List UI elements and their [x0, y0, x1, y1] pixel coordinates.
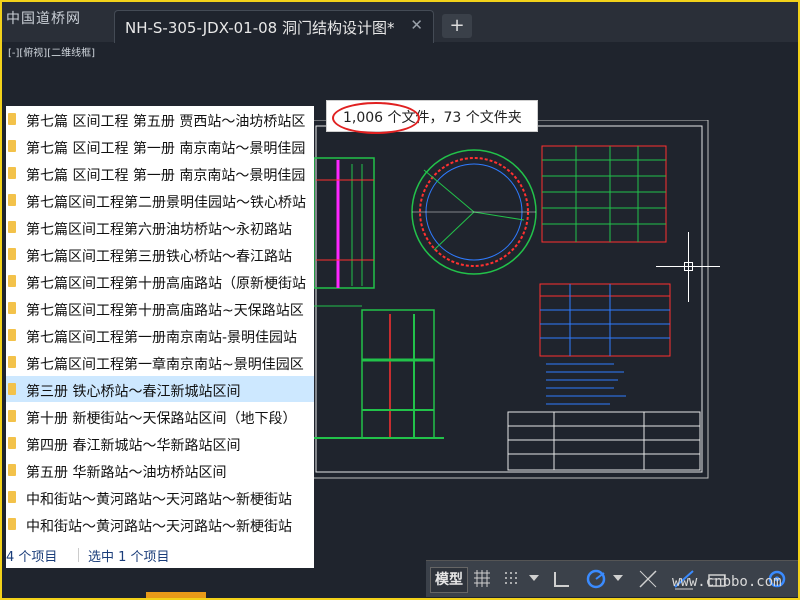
object-snap-icon[interactable] [636, 567, 660, 591]
list-item[interactable]: 第四册 春江新城站～华新路站区间 [6, 430, 314, 456]
tab-document[interactable]: NH-S-305-JDX-01-08 洞门结构设计图* ✕ [114, 10, 434, 43]
model-space-button[interactable]: 模型 [430, 567, 468, 593]
chevron-down-icon[interactable] [528, 573, 540, 583]
list-item[interactable]: 中和街站～黄河路站～天河路站～新梗街站 [6, 484, 314, 510]
viewport-controls[interactable]: [-][俯视][二维线框] [8, 44, 95, 59]
folder-icon [8, 194, 16, 206]
list-item[interactable]: 第七篇 区间工程 第一册 南京南站～景明佳园 [6, 160, 314, 186]
grid-icon[interactable] [472, 569, 492, 589]
list-item[interactable]: 第七篇区间工程第一册南京南站-景明佳园站 [6, 322, 314, 348]
list-item[interactable]: 第五册 华新路站～油坊桥站区间 [6, 457, 314, 483]
list-item[interactable]: 第十册 新梗街站～天保路站区间（地下段） [6, 403, 314, 429]
folder-icon [8, 518, 16, 530]
explorer-status-bar: 4 个项目 选中 1 个项目 [6, 542, 314, 568]
list-item[interactable]: 第七篇区间工程第十册高庙路站~天保路站区 [6, 295, 314, 321]
watermark-logo: 中国道桥网 [6, 11, 81, 27]
site-watermark: www.cnbbo.com [672, 574, 782, 590]
highlight-circle [332, 102, 420, 134]
taskbar-accent [146, 592, 206, 598]
chevron-down-icon[interactable] [612, 573, 624, 583]
polar-tracking-icon[interactable] [584, 567, 608, 591]
folder-icon [8, 410, 16, 422]
list-item[interactable]: 第七篇区间工程第二册景明佳园站～铁心桥站 [6, 187, 314, 213]
cad-drawing [314, 120, 709, 479]
status-divider [78, 548, 79, 562]
folder-icon [8, 113, 16, 125]
folder-icon [8, 140, 16, 152]
list-item[interactable]: 第七篇区间工程第六册油坊桥站～永初路站 [6, 214, 314, 240]
folder-icon [8, 329, 16, 341]
file-explorer-list: 第七篇 区间工程 第五册 贾西站～油坊桥站区 第七篇 区间工程 第一册 南京南站… [6, 106, 314, 568]
list-item[interactable]: 第七篇 区间工程 第一册 南京南站～景明佳园 [6, 133, 314, 159]
cursor-pickbox [684, 262, 693, 271]
folder-icon [8, 167, 16, 179]
folder-icon [8, 248, 16, 260]
folder-icon [8, 464, 16, 476]
folder-icon [8, 221, 16, 233]
selected-count: 选中 1 个项目 [88, 550, 170, 565]
list-item[interactable]: 第七篇 区间工程 第五册 贾西站～油坊桥站区 [6, 106, 314, 132]
tab-title: NH-S-305-JDX-01-08 洞门结构设计图* [125, 19, 395, 37]
list-item[interactable]: 第七篇区间工程第十册高庙路站（原新梗街站 [6, 268, 314, 294]
list-item[interactable]: 第七篇区间工程第三册铁心桥站～春江路站 [6, 241, 314, 267]
list-item[interactable]: 中和街站～黄河路站～天河路站～新梗街站 [6, 511, 314, 537]
folder-icon [8, 491, 16, 503]
snap-icon[interactable] [502, 569, 522, 589]
new-tab-button[interactable]: + [442, 14, 472, 38]
item-count: 4 个项目 [6, 550, 58, 565]
folder-icon [8, 275, 16, 287]
folder-icon [8, 356, 16, 368]
close-icon[interactable]: ✕ [410, 16, 423, 34]
ortho-icon[interactable] [552, 569, 572, 589]
folder-icon [8, 437, 16, 449]
folder-icon [8, 383, 16, 395]
list-item-selected[interactable]: 第三册 铁心桥站～春江新城站区间 [6, 376, 314, 402]
list-item[interactable]: 第七篇区间工程第一章南京南站~景明佳园区 [6, 349, 314, 375]
title-bar: 中国道桥网 NH-S-305-JDX-01-08 洞门结构设计图* ✕ + [2, 2, 798, 43]
folder-icon [8, 302, 16, 314]
